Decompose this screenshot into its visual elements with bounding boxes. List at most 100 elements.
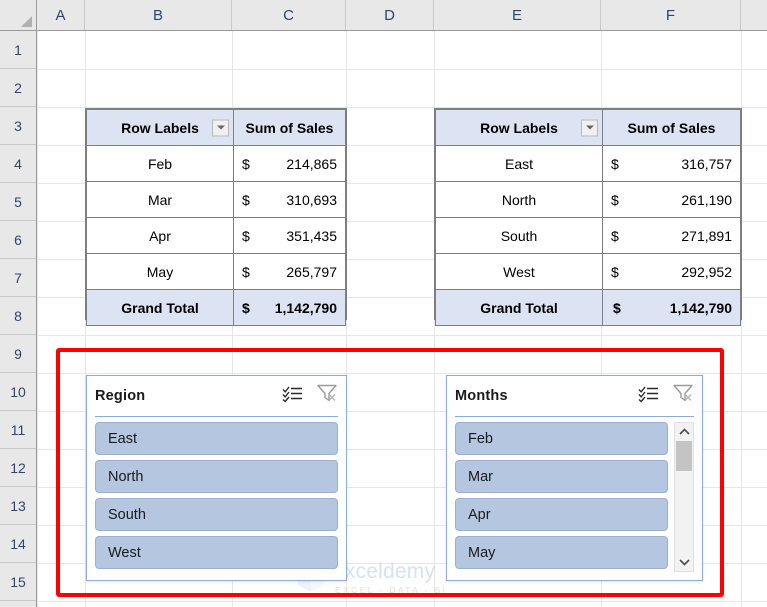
row-header-8[interactable]: 8 bbox=[0, 297, 36, 335]
row-header-5[interactable]: 5 bbox=[0, 183, 36, 221]
slicer-scrollbar[interactable] bbox=[674, 422, 694, 572]
currency-symbol: $ bbox=[611, 192, 619, 208]
pivot-row-value: $ 351,435 bbox=[234, 218, 346, 254]
spreadsheet-canvas: Row Labels Sum of Sales Feb $ 214,865 Ma… bbox=[0, 0, 767, 607]
table-row: West $ 292,952 bbox=[436, 254, 741, 290]
scrollbar-thumb[interactable] bbox=[676, 441, 692, 471]
row-labels-filter-button[interactable] bbox=[581, 119, 598, 136]
multi-select-icon[interactable] bbox=[282, 385, 303, 407]
slicer-header-icons bbox=[282, 385, 338, 408]
row-header-12[interactable]: 12 bbox=[0, 449, 36, 487]
grid-line-vertical bbox=[37, 31, 38, 607]
row-labels-filter-button[interactable] bbox=[212, 119, 229, 136]
row-header-11[interactable]: 11 bbox=[0, 411, 36, 449]
scroll-down-arrow-icon[interactable] bbox=[675, 553, 693, 571]
multi-select-icon[interactable] bbox=[638, 385, 659, 407]
pivot-row-amount: 310,693 bbox=[286, 192, 337, 208]
currency-symbol: $ bbox=[611, 264, 619, 280]
row-header-4[interactable]: 4 bbox=[0, 145, 36, 183]
pivot-row-value: $ 265,797 bbox=[234, 254, 346, 290]
grid-line-horizontal bbox=[37, 69, 767, 70]
slicer-item[interactable]: Feb bbox=[455, 422, 668, 455]
slicer-item[interactable]: May bbox=[455, 536, 668, 569]
currency-symbol: $ bbox=[242, 192, 250, 208]
grid-line-horizontal bbox=[37, 335, 767, 336]
pivot-row-label: East bbox=[436, 146, 603, 182]
pivot-row-label: South bbox=[436, 218, 603, 254]
chevron-down-icon bbox=[586, 126, 594, 130]
pivot-row-amount: 316,757 bbox=[681, 156, 732, 172]
pivot-grand-total-label: Grand Total bbox=[436, 290, 603, 326]
pivot-row-value: $ 271,891 bbox=[603, 218, 741, 254]
pivot-row-label: North bbox=[436, 182, 603, 218]
clear-filter-icon[interactable] bbox=[317, 385, 338, 408]
slicer-header-icons bbox=[638, 385, 694, 408]
pivot-header-row-labels-text: Row Labels bbox=[121, 120, 199, 136]
row-header-10[interactable]: 10 bbox=[0, 373, 36, 411]
pivot-header-row: Row Labels Sum of Sales bbox=[87, 110, 346, 146]
pivot-row-label: West bbox=[436, 254, 603, 290]
slicer-item[interactable]: Apr bbox=[455, 498, 668, 531]
column-header-c[interactable]: C bbox=[232, 0, 346, 30]
currency-symbol: $ bbox=[242, 228, 250, 244]
pivot-header-sum-of-sales: Sum of Sales bbox=[603, 110, 741, 146]
scroll-up-arrow-icon[interactable] bbox=[675, 423, 693, 441]
slicer-item[interactable]: West bbox=[95, 536, 338, 569]
scrollbar-track[interactable] bbox=[675, 441, 693, 553]
row-header-6[interactable]: 6 bbox=[0, 221, 36, 259]
pivot-grand-total-amount: 1,142,790 bbox=[670, 300, 732, 316]
column-header-g-partial[interactable] bbox=[741, 0, 767, 30]
watermark-text: exceldemy EXCEL - DATA - BI bbox=[333, 561, 447, 595]
clear-filter-icon[interactable] bbox=[673, 385, 694, 408]
pivot-row-label: Feb bbox=[87, 146, 234, 182]
pivot-row-value: $ 310,693 bbox=[234, 182, 346, 218]
slicer-item[interactable]: Mar bbox=[455, 460, 668, 493]
table-row: South $ 271,891 bbox=[436, 218, 741, 254]
row-header-2[interactable]: 2 bbox=[0, 69, 36, 107]
column-header-d[interactable]: D bbox=[346, 0, 434, 30]
pivot-grand-total-value: $ 1,142,790 bbox=[603, 290, 741, 326]
select-all-triangle-icon bbox=[21, 16, 32, 27]
slicer-items-region: East North South West bbox=[87, 417, 346, 580]
row-header-1[interactable]: 1 bbox=[0, 31, 36, 69]
table-row: Feb $ 214,865 bbox=[87, 146, 346, 182]
slicer-title: Months bbox=[455, 388, 508, 404]
pivot-row-value: $ 214,865 bbox=[234, 146, 346, 182]
pivot-row-amount: 214,865 bbox=[286, 156, 337, 172]
row-header-3[interactable]: 3 bbox=[0, 107, 36, 145]
slicer-header-region: Region bbox=[95, 376, 338, 417]
column-header-f[interactable]: F bbox=[601, 0, 741, 30]
pivot-row-amount: 271,891 bbox=[681, 228, 732, 244]
table-row: East $ 316,757 bbox=[436, 146, 741, 182]
slicer-title: Region bbox=[95, 388, 145, 404]
select-all-corner[interactable] bbox=[0, 0, 37, 30]
pivot-grand-total-amount: 1,142,790 bbox=[275, 300, 337, 316]
row-header-14[interactable]: 14 bbox=[0, 525, 36, 563]
currency-symbol: $ bbox=[242, 300, 250, 316]
pivot-row-value: $ 292,952 bbox=[603, 254, 741, 290]
slicer-item[interactable]: South bbox=[95, 498, 338, 531]
row-header-7[interactable]: 7 bbox=[0, 259, 36, 297]
column-header-a[interactable]: A bbox=[37, 0, 85, 30]
pivot-row-label: Apr bbox=[87, 218, 234, 254]
pivot-total-row: Grand Total $ 1,142,790 bbox=[87, 290, 346, 326]
column-header-e[interactable]: E bbox=[434, 0, 601, 30]
pivot-row-value: $ 261,190 bbox=[603, 182, 741, 218]
pivot-header-row-labels: Row Labels bbox=[87, 110, 234, 146]
slicer-region[interactable]: Region bbox=[86, 375, 347, 581]
slicer-item[interactable]: North bbox=[95, 460, 338, 493]
pivot-table-region: Row Labels Sum of Sales East $ 316,757 N… bbox=[434, 108, 742, 320]
pivot-row-amount: 351,435 bbox=[286, 228, 337, 244]
pivot-table-months: Row Labels Sum of Sales Feb $ 214,865 Ma… bbox=[85, 108, 347, 320]
pivot-total-row: Grand Total $ 1,142,790 bbox=[436, 290, 741, 326]
currency-symbol: $ bbox=[611, 228, 619, 244]
row-header-13[interactable]: 13 bbox=[0, 487, 36, 525]
slicer-months[interactable]: Months bbox=[446, 375, 703, 581]
table-row: Mar $ 310,693 bbox=[87, 182, 346, 218]
row-header-15[interactable]: 15 bbox=[0, 563, 36, 601]
grid-line-horizontal bbox=[37, 373, 767, 374]
slicer-item[interactable]: East bbox=[95, 422, 338, 455]
column-header-b[interactable]: B bbox=[85, 0, 232, 30]
row-header-9[interactable]: 9 bbox=[0, 335, 36, 373]
slicer-items-months: Feb Mar Apr May bbox=[447, 417, 702, 580]
